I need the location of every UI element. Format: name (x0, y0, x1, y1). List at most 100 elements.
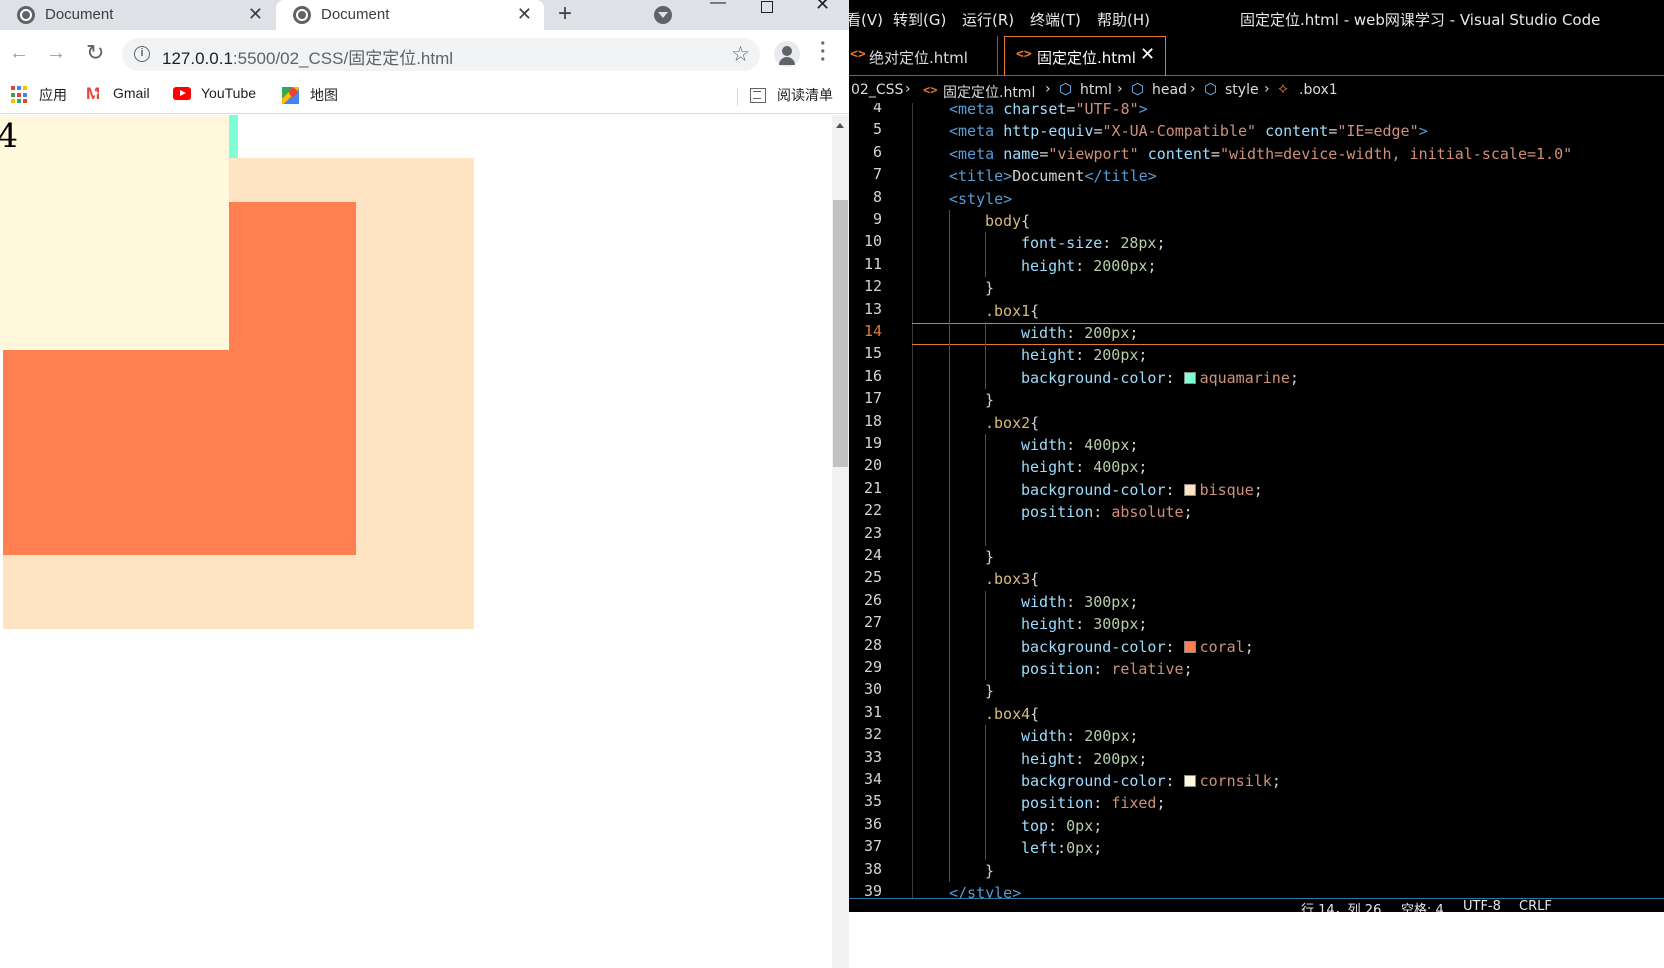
browser-tab-1[interactable]: Document ✕ (0, 0, 275, 30)
code-line[interactable]: 25 .box3{ (849, 568, 1664, 590)
address-bar[interactable]: i 127.0.0.1:5500/02_CSS/固定定位.html ☆ (122, 38, 760, 71)
code-line[interactable]: 8 <style> (849, 188, 1664, 210)
html-file-icon: <> (1016, 47, 1032, 62)
color-swatch[interactable] (1183, 775, 1196, 787)
code-text: <meta name="viewport" content="width=dev… (949, 144, 1573, 163)
bookmark-youtube[interactable]: YouTube (173, 85, 256, 101)
code-line[interactable]: 10 font-size: 28px; (849, 232, 1664, 254)
tab-search-icon[interactable] (654, 6, 672, 24)
code-text: .box1{ (985, 301, 1040, 320)
color-swatch[interactable] (1183, 371, 1196, 384)
scroll-up-arrow-icon[interactable] (836, 123, 844, 128)
code-line[interactable]: 6 <meta name="viewport" content="width=de… (849, 143, 1664, 165)
code-text: height: 2000px; (1021, 256, 1157, 275)
bookmark-maps[interactable]: 地图 (282, 85, 338, 105)
code-line[interactable]: 38} (849, 860, 1664, 882)
code-line[interactable]: 9 body{ (849, 210, 1664, 232)
chevron-right-icon: › (1117, 81, 1123, 97)
site-info-icon[interactable]: i (134, 46, 150, 62)
bookmark-gmail[interactable]: M Gmail (86, 84, 150, 103)
more-menu-icon[interactable]: · · · (820, 34, 827, 70)
code-line[interactable]: 35 position: fixed; (849, 792, 1664, 814)
profile-avatar-icon[interactable] (774, 41, 800, 67)
line-number: 19 (863, 434, 882, 452)
breadcrumb-html[interactable]: html (1080, 82, 1112, 98)
code-text: } (985, 391, 995, 410)
line-number: 33 (863, 747, 882, 766)
code-text: </style> (949, 884, 1022, 898)
code-text: } (985, 682, 995, 701)
menu-help[interactable]: 帮助(H) (1097, 9, 1150, 30)
line-number: 22 (863, 501, 882, 520)
apps-grid-icon (11, 86, 29, 104)
tab-title: Document (45, 6, 114, 23)
code-line[interactable]: 33 height: 200px; (849, 748, 1664, 770)
line-number: 20 (863, 456, 882, 475)
line-number: 16 (863, 366, 882, 385)
code-line[interactable]: 15 height: 200px; (849, 344, 1664, 366)
scrollbar-thumb[interactable] (833, 200, 848, 467)
minimize-icon[interactable]: — (710, 0, 726, 12)
code-line[interactable]: 30} (849, 680, 1664, 702)
code-line[interactable]: 24} (849, 546, 1664, 568)
code-line[interactable]: 22 position: absolute; (849, 501, 1664, 523)
breadcrumb-head[interactable]: head (1152, 82, 1187, 98)
code-line[interactable]: 37 left:0px; (849, 837, 1664, 859)
breadcrumb-selector[interactable]: .box1 (1299, 82, 1338, 98)
close-tab-icon[interactable]: ✕ (248, 4, 263, 25)
reload-icon[interactable]: ↻ (86, 40, 104, 66)
breadcrumb-folder[interactable]: 02_CSS (851, 82, 903, 98)
url-text[interactable]: 127.0.0.1:5500/02_CSS/固定定位.html (162, 44, 453, 69)
code-line[interactable]: 7 <title>Document</title> (849, 165, 1664, 187)
code-line[interactable]: 12} (849, 277, 1664, 299)
code-line[interactable]: 16 background-color: aquamarine; (849, 367, 1664, 389)
code-line[interactable]: 31 .box4{ (849, 703, 1664, 725)
bookmark-apps[interactable]: 应用 (11, 85, 67, 105)
page-scrollbar[interactable] (832, 115, 849, 968)
code-line[interactable]: 29 position: relative; (849, 658, 1664, 680)
new-tab-button[interactable]: + (558, 0, 572, 28)
menu-terminal[interactable]: 终端(T) (1030, 9, 1081, 30)
bookmark-label: Gmail (113, 85, 150, 101)
menu-view[interactable]: 看(V) (849, 9, 883, 30)
code-editor[interactable]: 4 <meta charset="UTF-8"> 5 <meta http-equiv… (849, 103, 1664, 898)
close-editor-icon[interactable]: ✕ (1140, 44, 1155, 65)
code-line[interactable]: 39 </style> (849, 882, 1664, 898)
code-line[interactable]: 4 <meta charset="UTF-8"> (849, 103, 1664, 120)
bookmark-star-icon[interactable]: ☆ (731, 42, 750, 67)
back-arrow-icon[interactable]: ← (9, 42, 29, 65)
code-line[interactable]: 21 background-color: bisque; (849, 479, 1664, 501)
bookmark-label: 阅读清单 (777, 87, 833, 103)
color-swatch[interactable] (1183, 483, 1196, 496)
line-number: 27 (863, 613, 882, 632)
editor-tab-fixed[interactable]: <> 固定定位.html ✕ (1004, 36, 1166, 76)
breadcrumb-file[interactable]: 固定定位.html (943, 82, 1035, 102)
code-line[interactable]: 13 .box1{ (849, 300, 1664, 322)
line-number: 25 (863, 568, 882, 587)
code-line[interactable]: 23 (849, 524, 1664, 546)
color-swatch[interactable] (1183, 640, 1196, 653)
code-line[interactable]: 11 height: 2000px; (849, 255, 1664, 277)
code-line[interactable]: 28 background-color: coral; (849, 636, 1664, 658)
window-close-icon[interactable]: ✕ (815, 0, 830, 15)
code-line[interactable]: 36 top: 0px; (849, 815, 1664, 837)
code-line[interactable]: 20 height: 400px; (849, 456, 1664, 478)
code-line[interactable]: 27 height: 300px; (849, 613, 1664, 635)
code-line[interactable]: 26 width: 300px; (849, 591, 1664, 613)
code-line[interactable]: 17} (849, 389, 1664, 411)
breadcrumb-style[interactable]: style (1225, 82, 1259, 98)
code-line[interactable]: 14 width: 200px; (849, 322, 1664, 344)
menu-goto[interactable]: 转到(G) (893, 9, 946, 30)
browser-tab-2[interactable]: Document ✕ (276, 0, 544, 30)
code-line[interactable]: 19 width: 400px; (849, 434, 1664, 456)
forward-arrow-icon[interactable]: → (46, 42, 66, 65)
code-line[interactable]: 5 <meta http-equiv="X-UA-Compatible" cont… (849, 120, 1664, 142)
menu-run[interactable]: 运行(R) (962, 9, 1014, 30)
close-tab-icon[interactable]: ✕ (517, 4, 532, 25)
editor-tab-absolute[interactable]: <> 绝对定位.html (849, 36, 998, 76)
code-line[interactable]: 32 width: 200px; (849, 725, 1664, 747)
reading-list-button[interactable]: 阅读清单 (750, 85, 833, 105)
code-line[interactable]: 18 .box2{ (849, 412, 1664, 434)
maximize-icon[interactable] (761, 1, 773, 13)
code-line[interactable]: 34 background-color: cornsilk; (849, 770, 1664, 792)
